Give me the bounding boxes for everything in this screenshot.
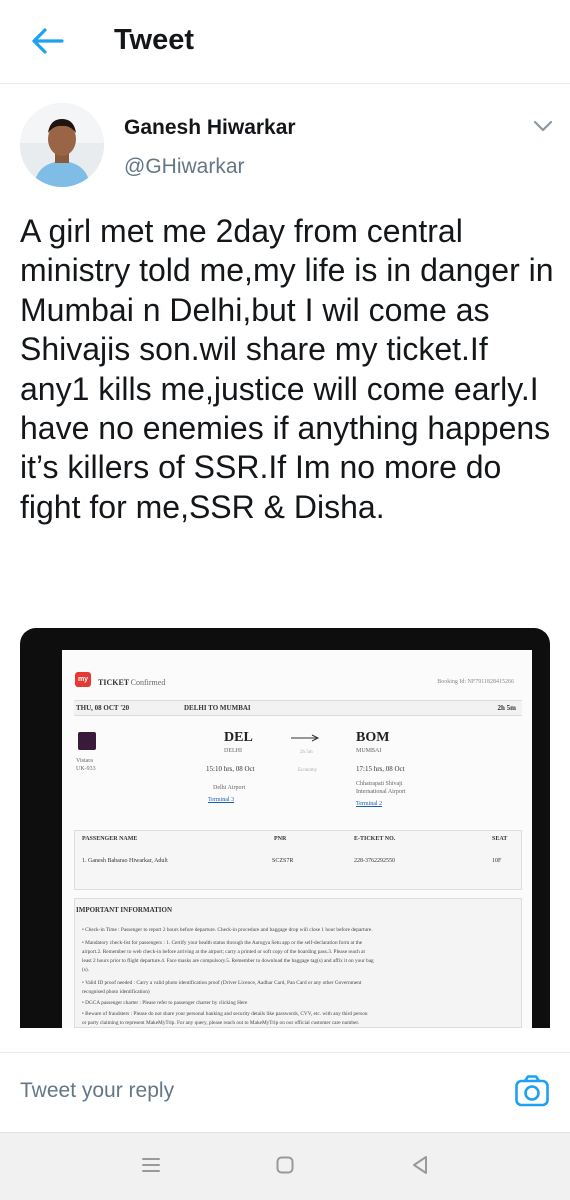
mid-duration: 2h 5m (300, 750, 313, 755)
flight-date: THU, 08 OCT '20 (76, 704, 130, 712)
tweet-media-image[interactable]: my TICKET - Confirmed Booking Id: NF7911… (20, 628, 550, 1028)
arrow-right-icon (291, 734, 320, 742)
passenger-name: 1. Ganesh Babarao Hiwarkar, Adult (82, 858, 168, 864)
info-line: airport.2. Remember to web check-in befo… (82, 949, 365, 955)
back-triangle-icon[interactable] (409, 1154, 431, 1176)
info-line: or party claiming to represent MakeMyTri… (82, 1020, 360, 1026)
arrival-time: 17:15 hrs, 08 Oct (356, 765, 405, 773)
info-line: (s). (82, 967, 89, 973)
route-bar (74, 700, 522, 716)
ticket-status: - Confirmed (126, 678, 166, 687)
cabin-class: Economy (298, 768, 318, 773)
author-name[interactable]: Ganesh Hiwarkar (124, 116, 296, 140)
origin-airport: Delhi Airport (213, 785, 246, 791)
chevron-down-icon[interactable] (532, 118, 554, 134)
reply-input[interactable]: Tweet your reply (20, 1079, 174, 1103)
makemytrip-logo: my (75, 672, 91, 687)
departure-time: 15:10 hrs, 08 Oct (206, 765, 255, 773)
avatar[interactable] (20, 103, 104, 187)
camera-icon[interactable] (514, 1074, 550, 1108)
info-line: • Check-in Time : Passenger to report 2 … (82, 927, 373, 933)
author-handle[interactable]: @GHiwarkar (124, 155, 245, 179)
airline-logo-icon (78, 732, 96, 750)
seat-value: 10F (492, 858, 502, 864)
origin-terminal: Terminal 3 (208, 797, 235, 803)
top-bar: Tweet (0, 0, 570, 84)
info-line: • Valid ID proof needed : Carry a valid … (82, 980, 362, 986)
origin-city: DELHI (224, 748, 242, 754)
pnr-header: PNR (274, 836, 287, 842)
origin-code: DEL (224, 730, 253, 745)
ticket-label: TICKET (98, 678, 130, 687)
destination-airport-line2: International Airport (356, 789, 406, 795)
important-info-heading: IMPORTANT INFORMATION (76, 906, 173, 914)
info-line: • Mandatory check-list for passengers : … (82, 940, 363, 946)
page-title: Tweet (114, 24, 195, 56)
menu-icon[interactable] (141, 1156, 161, 1174)
flight-duration: 2h 5m (497, 704, 516, 712)
flight-route: DELHI TO MUMBAI (184, 704, 251, 712)
home-icon[interactable] (275, 1155, 295, 1175)
flight-number: UK-933 (76, 766, 96, 772)
tweet-text: A girl met me 2day from central ministry… (20, 213, 554, 525)
airline-name: Vistara (76, 758, 93, 764)
seat-header: SEAT (492, 836, 508, 842)
eticket-header: E-TICKET NO. (354, 836, 396, 842)
ticket-document: my TICKET - Confirmed Booking Id: NF7911… (62, 650, 532, 1028)
info-line: recognised photo identification) (82, 989, 150, 995)
booking-id: Booking Id: NF7911828415266 (437, 679, 514, 685)
destination-code: BOM (356, 730, 390, 745)
passenger-name-header: PASSENGER NAME (82, 836, 138, 842)
info-line: least 2 hours prior to flight departure.… (82, 958, 374, 964)
eticket-value: 228-3762292550 (354, 858, 395, 864)
info-line: • DGCA passenger charter : Please refer … (82, 1000, 248, 1006)
destination-city: MUMBAI (356, 748, 382, 754)
pnr-value: SCZS7R (272, 858, 294, 864)
destination-terminal: Terminal 2 (356, 801, 383, 807)
arrow-left-icon[interactable] (28, 24, 68, 58)
destination-airport-line1: Chhatrapati Shivaji (356, 781, 403, 787)
info-line: • Beware of fraudsters : Please do not s… (82, 1011, 368, 1017)
